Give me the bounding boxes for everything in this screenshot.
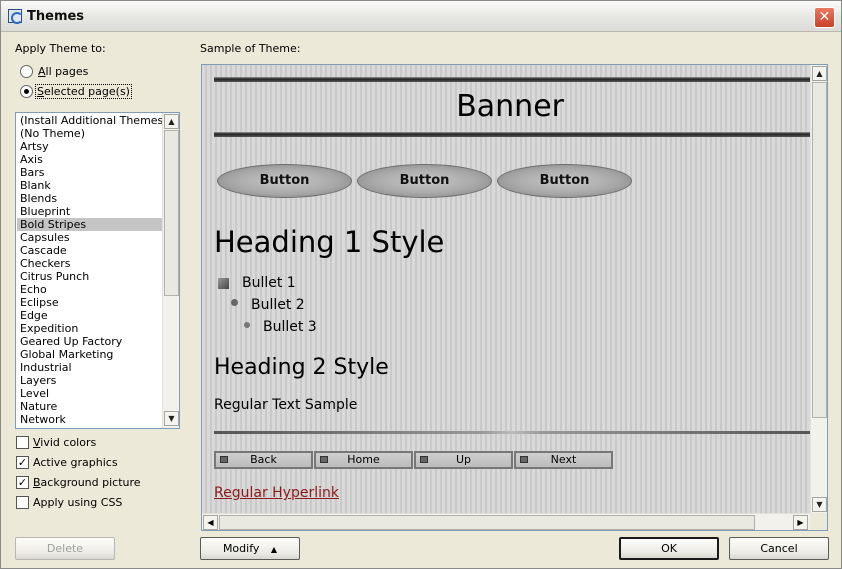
- preview-hyperlink: Regular Hyperlink: [214, 485, 339, 501]
- modify-arrow-icon: ▲: [270, 545, 278, 554]
- active-graphics-label[interactable]: Active graphics: [33, 456, 118, 469]
- preview-nav-next: Next: [514, 451, 613, 469]
- arrow-down-icon[interactable]: ▼: [164, 411, 179, 426]
- theme-list-item[interactable]: Industrial: [17, 361, 163, 374]
- small-bullet-icon: [244, 322, 250, 328]
- preview-bullet-3: Bullet 3: [263, 319, 317, 335]
- theme-list-item[interactable]: Bold Stripes: [17, 218, 163, 231]
- delete-button[interactable]: Delete: [15, 537, 115, 560]
- preview-button-2: Button: [357, 164, 492, 198]
- nav-back-icon: [220, 456, 228, 463]
- preview-bullet-1: Bullet 1: [242, 275, 296, 291]
- theme-list-item[interactable]: Network: [17, 413, 163, 426]
- nav-up-icon: [420, 456, 428, 463]
- selected-pages-label[interactable]: Selected page(s): [35, 84, 132, 99]
- theme-list-item[interactable]: Geared Up Factory: [17, 335, 163, 348]
- background-picture-checkbox[interactable]: ✓: [16, 476, 29, 489]
- arrow-down-icon[interactable]: ▼: [812, 497, 827, 512]
- theme-preview: Banner Button Button Button Heading 1 St…: [201, 64, 828, 531]
- theme-list-item[interactable]: Eclipse: [17, 296, 163, 309]
- round-bullet-icon: [231, 299, 238, 306]
- theme-list-item[interactable]: Global Marketing: [17, 348, 163, 361]
- preview-nav-up: Up: [414, 451, 513, 469]
- arrow-right-icon[interactable]: ▶: [793, 515, 808, 530]
- vivid-colors-label[interactable]: Vivid colors: [33, 436, 96, 449]
- theme-list-item[interactable]: Capsules: [17, 231, 163, 244]
- scroll-corner: [810, 513, 827, 530]
- preview-scroll-thumb[interactable]: [812, 82, 827, 418]
- preview-horizontal-scrollbar[interactable]: ◀ ▶: [202, 513, 810, 530]
- preview-regular-text: Regular Text Sample: [214, 397, 358, 413]
- apply-theme-label: Apply Theme to:: [15, 42, 106, 55]
- theme-list-item[interactable]: Expedition: [17, 322, 163, 335]
- themes-dialog: Themes ✕ Apply Theme to: All pages Selec…: [0, 0, 842, 569]
- theme-list-item[interactable]: Blank: [17, 179, 163, 192]
- nav-home-icon: [320, 456, 328, 463]
- preview-bullet-2: Bullet 2: [251, 297, 305, 313]
- preview-divider: [214, 431, 810, 434]
- window-title: Themes: [27, 9, 85, 24]
- title-bar: Themes ✕: [1, 1, 841, 32]
- theme-list-item[interactable]: Cascade: [17, 244, 163, 257]
- arrow-up-icon[interactable]: ▲: [812, 66, 827, 81]
- sample-label: Sample of Theme:: [200, 42, 301, 55]
- scroll-thumb[interactable]: [164, 130, 179, 296]
- theme-list-item[interactable]: Blends: [17, 192, 163, 205]
- banner-bottom-rule: [214, 132, 810, 137]
- theme-list: (Install Additional Themes) (No Theme) Art…: [17, 114, 168, 426]
- square-bullet-icon: [218, 278, 229, 289]
- theme-list-item[interactable]: Checkers: [17, 257, 163, 270]
- selected-pages-radio[interactable]: [20, 85, 33, 98]
- vivid-colors-checkbox[interactable]: [16, 436, 29, 449]
- ok-button[interactable]: OK: [619, 537, 719, 560]
- preview-button-1: Button: [217, 164, 352, 198]
- banner-top-rule: [214, 77, 810, 82]
- themes-app-icon: [8, 9, 23, 24]
- apply-css-label[interactable]: Apply using CSS: [33, 496, 122, 509]
- theme-list-item[interactable]: Edge: [17, 309, 163, 322]
- preview-banner: Banner: [456, 89, 564, 124]
- theme-list-item[interactable]: Layers: [17, 374, 163, 387]
- theme-list-item[interactable]: Citrus Punch: [17, 270, 163, 283]
- cancel-button[interactable]: Cancel: [729, 537, 829, 560]
- all-pages-radio[interactable]: [20, 65, 33, 78]
- theme-list-item[interactable]: Axis: [17, 153, 163, 166]
- theme-list-item[interactable]: Echo: [17, 283, 163, 296]
- apply-css-checkbox[interactable]: [16, 496, 29, 509]
- preview-heading-1: Heading 1 Style: [214, 225, 445, 259]
- active-graphics-checkbox[interactable]: ✓: [16, 456, 29, 469]
- all-pages-label[interactable]: All pages: [38, 65, 88, 78]
- preview-button-3: Button: [497, 164, 632, 198]
- preview-nav-home: Home: [314, 451, 413, 469]
- theme-list-scrollbar[interactable]: ▲ ▼: [162, 113, 179, 428]
- preview-vertical-scrollbar[interactable]: ▲ ▼: [810, 65, 827, 514]
- close-button[interactable]: ✕: [814, 7, 835, 28]
- background-picture-label[interactable]: Background picture: [33, 476, 141, 489]
- theme-list-item[interactable]: Level: [17, 387, 163, 400]
- modify-button[interactable]: Modify ▲: [200, 537, 300, 560]
- arrow-left-icon[interactable]: ◀: [203, 515, 218, 530]
- theme-list-item[interactable]: (Install Additional Themes): [17, 114, 168, 127]
- theme-list-item[interactable]: Bars: [17, 166, 163, 179]
- arrow-up-icon[interactable]: ▲: [164, 114, 179, 129]
- theme-listbox[interactable]: (Install Additional Themes) (No Theme) Art…: [15, 112, 180, 429]
- theme-list-item[interactable]: Artsy: [17, 140, 163, 153]
- preview-hscroll-thumb[interactable]: [219, 515, 755, 530]
- theme-list-item[interactable]: (No Theme): [17, 127, 163, 140]
- preview-heading-2: Heading 2 Style: [214, 355, 389, 380]
- nav-next-icon: [520, 456, 528, 463]
- close-icon: ✕: [818, 9, 831, 25]
- theme-list-item[interactable]: Blueprint: [17, 205, 163, 218]
- theme-list-item[interactable]: Nature: [17, 400, 163, 413]
- preview-nav-back: Back: [214, 451, 313, 469]
